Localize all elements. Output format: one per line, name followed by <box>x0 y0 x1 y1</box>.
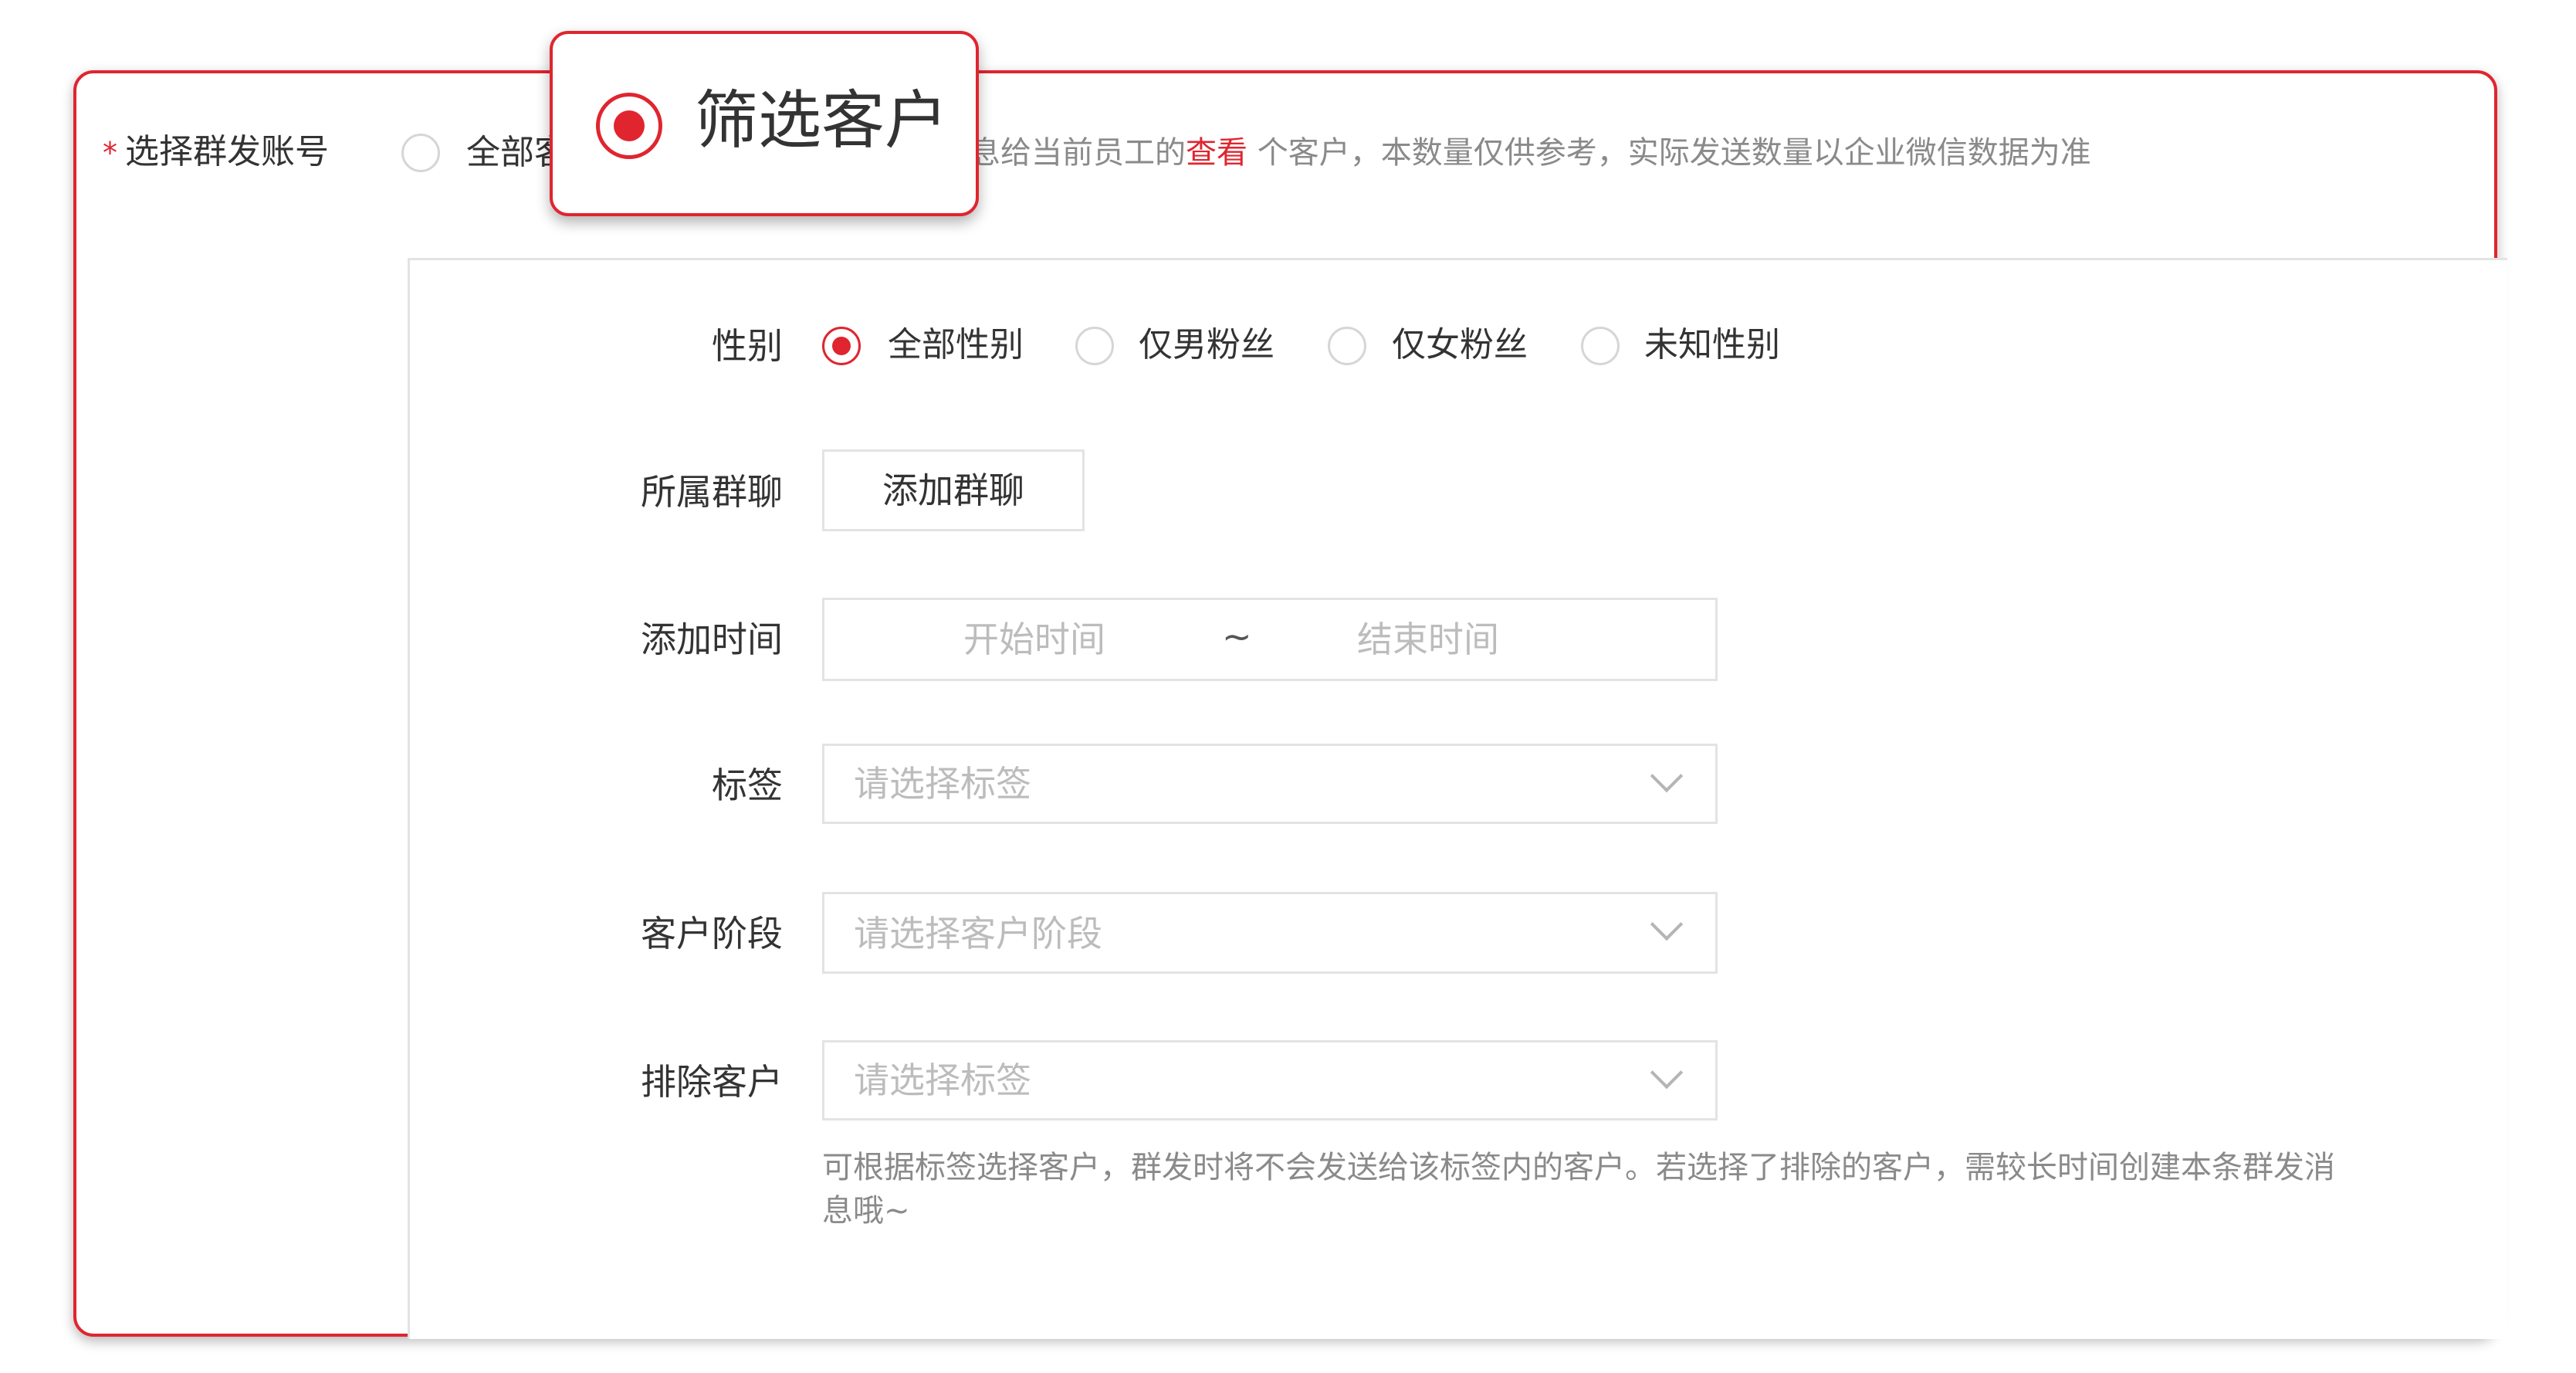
account-field-label: * 选择群发账号 <box>103 135 329 169</box>
account-label-text: 选择群发账号 <box>125 132 329 171</box>
chevron-down-icon <box>1650 759 1684 793</box>
add-time-label: 添加时间 <box>641 619 783 660</box>
exclude-label: 排除客户 <box>641 1061 783 1103</box>
group-chat-label: 所属群聊 <box>641 471 783 513</box>
add-group-chat-button[interactable]: 添加群聊 <box>822 449 1085 531</box>
end-time-placeholder[interactable]: 结束时间 <box>1357 622 1499 657</box>
gender-option-male: 仅男粉丝 <box>1139 325 1274 364</box>
stage-select[interactable]: 请选择客户阶段 <box>822 892 1718 974</box>
gender-option-female: 仅女粉丝 <box>1392 325 1528 364</box>
stage-placeholder: 请选择客户阶段 <box>854 913 1102 954</box>
filter-customers-callout[interactable]: 筛选客户 <box>550 31 979 216</box>
chevron-down-icon <box>1650 1056 1684 1090</box>
gender-option-unknown: 未知性别 <box>1644 325 1780 364</box>
date-range-picker[interactable]: 开始时间 ~ 结束时间 <box>822 598 1718 681</box>
radio-gender-male[interactable] <box>1075 327 1114 365</box>
filter-customers-label: 筛选客户 <box>695 84 949 158</box>
page: * 选择群发账号 全部客 发消息给当前员工的查看 个客户，本数量仅供参考，实际发送… <box>0 0 2576 1373</box>
gender-label: 性别 <box>712 325 783 367</box>
tags-placeholder: 请选择标签 <box>854 763 1031 805</box>
exclude-select[interactable]: 请选择标签 <box>822 1040 1718 1120</box>
radio-gender-female[interactable] <box>1328 327 1366 365</box>
start-time-placeholder[interactable]: 开始时间 <box>963 622 1105 657</box>
exclude-help-text: 可根据标签选择客户，群发时将不会发送给该标签内的客户。若选择了排除的客户，需较长… <box>822 1150 2335 1229</box>
chevron-down-icon <box>1650 907 1684 941</box>
tags-select[interactable]: 请选择标签 <box>822 744 1718 824</box>
hint-text-post: 个客户，本数量仅供参考，实际发送数量以企业微信数据为准 <box>1247 135 2091 171</box>
radio-gender-all[interactable] <box>822 327 861 365</box>
range-separator: ~ <box>1222 615 1252 657</box>
radio-filter-customers[interactable] <box>596 93 662 159</box>
required-mark: * <box>103 136 117 170</box>
exclude-placeholder: 请选择标签 <box>854 1059 1031 1101</box>
radio-all-customers[interactable] <box>401 134 440 172</box>
account-hint: 发消息给当前员工的查看 个客户，本数量仅供参考，实际发送数量以企业微信数据为准 <box>908 137 2091 168</box>
radio-gender-unknown[interactable] <box>1581 327 1620 365</box>
tags-label: 标签 <box>712 764 783 806</box>
stage-label: 客户阶段 <box>641 913 783 954</box>
view-link[interactable]: 查看 <box>1186 135 1247 171</box>
gender-option-all: 全部性别 <box>888 325 1024 364</box>
